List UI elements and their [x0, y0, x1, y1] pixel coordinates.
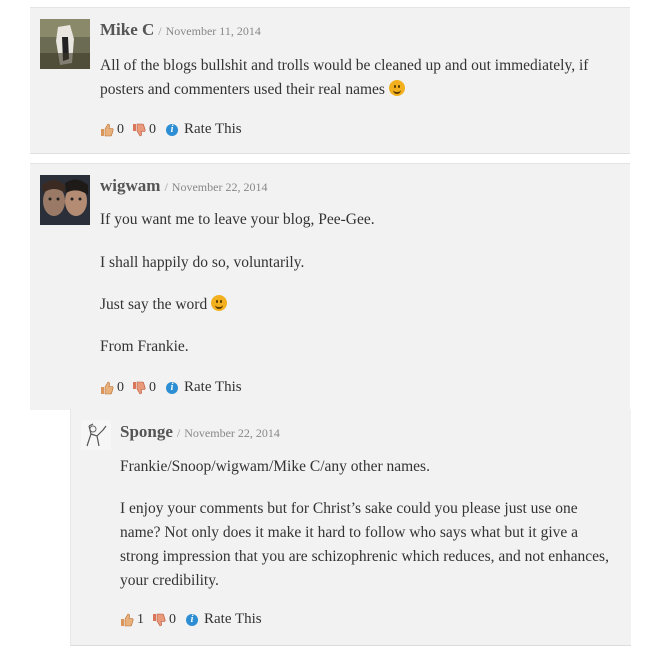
- rating-bar: 0 0 i Rate This: [100, 379, 242, 396]
- rating-bar: 0 0 i Rate This: [100, 121, 242, 138]
- thumbs-up-icon[interactable]: [100, 381, 114, 395]
- comment-header: wigwam / November 22, 2014: [100, 176, 267, 196]
- like-count: 0: [117, 379, 124, 395]
- thumbs-down-icon[interactable]: [132, 381, 146, 395]
- comment-text: Frankie/Snoop/wigwam/Mike C/any other na…: [120, 458, 430, 475]
- thumbs-up-icon[interactable]: [100, 123, 114, 137]
- comment-author[interactable]: Mike C: [100, 20, 154, 39]
- avatar[interactable]: [40, 175, 90, 225]
- comment-sponge: Sponge / November 22, 2014 Frankie/Snoop/w…: [70, 409, 631, 646]
- info-icon[interactable]: i: [166, 123, 178, 136]
- thumbs-down-icon[interactable]: [152, 613, 166, 627]
- comment-header: Sponge / November 22, 2014: [120, 422, 280, 442]
- smiley-icon: [388, 80, 405, 96]
- comment-author[interactable]: wigwam: [100, 176, 160, 195]
- info-icon[interactable]: i: [166, 381, 178, 394]
- comment-mike-c: Mike C / November 11, 2014 All of the blog…: [30, 7, 630, 154]
- like-count: 1: [137, 611, 144, 627]
- rate-this-link[interactable]: Rate This: [184, 121, 242, 138]
- rate-this-link[interactable]: Rate This: [184, 379, 242, 396]
- rating-bar: 1 0 i Rate This: [120, 611, 262, 628]
- comment-wigwam: wigwam / November 22, 2014 If you want me …: [30, 163, 630, 410]
- dislike-count: 0: [169, 611, 176, 627]
- dislike-count: 0: [149, 121, 156, 137]
- comment-header: Mike C / November 11, 2014: [100, 20, 261, 40]
- info-icon[interactable]: i: [186, 613, 198, 626]
- comment-text: All of the blogs bullshit and trolls wou…: [100, 54, 620, 102]
- comment-author[interactable]: Sponge: [120, 422, 173, 441]
- comment-text: If you want me to leave your blog, Pee-G…: [100, 211, 375, 228]
- comment-line: All of the blogs bullshit and trolls wou…: [100, 57, 589, 74]
- separator: /: [158, 24, 162, 38]
- comment-text: Just say the word: [100, 293, 620, 317]
- comment-line: Just say the word: [100, 296, 208, 313]
- rate-this-link[interactable]: Rate This: [204, 611, 262, 628]
- comment-text: I shall happily do so, voluntarily.: [100, 254, 305, 271]
- comment-line: posters and commenters used their real n…: [100, 81, 385, 98]
- avatar[interactable]: [81, 420, 111, 450]
- comment-text: I enjoy your comments but for Christ’s s…: [120, 500, 609, 589]
- comment-date[interactable]: November 11, 2014: [166, 24, 261, 38]
- avatar[interactable]: [40, 19, 90, 69]
- separator: /: [164, 180, 168, 194]
- comment-date[interactable]: November 22, 2014: [184, 426, 280, 440]
- thumbs-up-icon[interactable]: [120, 613, 134, 627]
- thumbs-down-icon[interactable]: [132, 123, 146, 137]
- smiley-icon: [211, 295, 228, 311]
- separator: /: [176, 426, 181, 440]
- comment-date[interactable]: November 22, 2014: [172, 180, 268, 194]
- like-count: 0: [117, 121, 124, 137]
- dislike-count: 0: [149, 379, 156, 395]
- comment-text: From Frankie.: [100, 338, 189, 355]
